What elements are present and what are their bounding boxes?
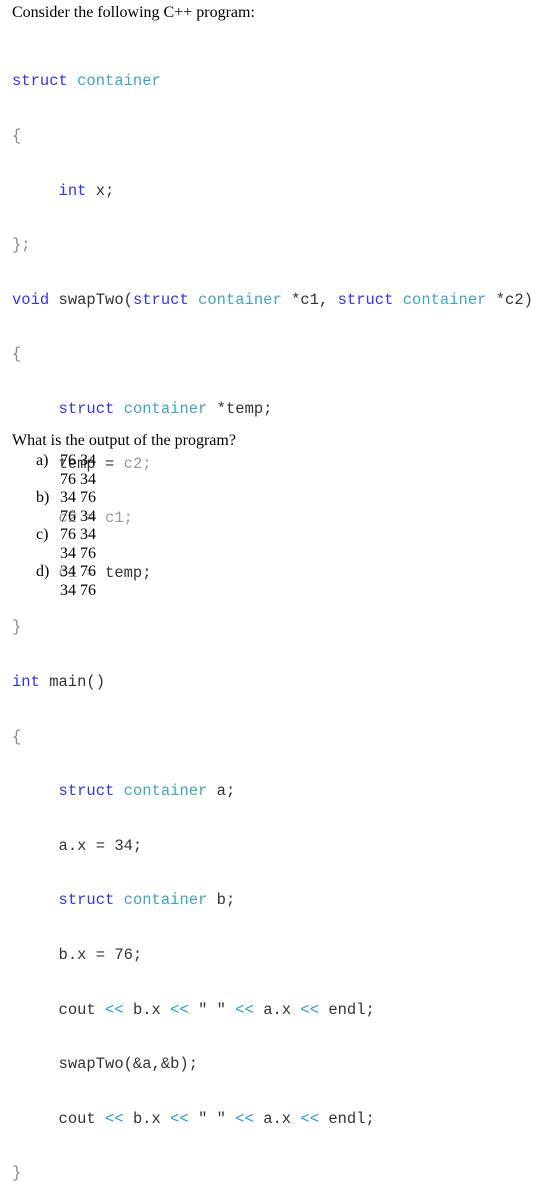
code-line: struct container *temp; [12,400,533,418]
answer-option-a: a) 76 34 76 34 [36,452,96,489]
intro-text: Consider the following C++ program: [12,4,255,21]
keyword: struct [337,290,394,309]
code-text: swapTwo(&a,&b); [58,1055,199,1074]
code-text: *temp; [207,399,273,418]
operator: << [170,1000,189,1019]
code-line: { [12,727,22,746]
code-text: a.x [253,1000,301,1019]
question-text: What is the output of the program? [12,432,236,449]
code-line: struct container [12,72,533,90]
keyword: struct [132,290,189,309]
code-text: a.x [253,1109,301,1128]
type-name: container [123,399,208,418]
option-line: 76 34 [60,452,96,469]
option-line: 76 34 [60,507,96,525]
option-line: 34 76 [60,581,96,599]
keyword: struct [58,782,115,801]
operator: << [235,1109,254,1128]
operator: << [235,1000,254,1019]
answer-options: a) 76 34 76 34 b) 34 76 76 34 c) 76 34 34 7… [36,452,96,600]
code-text: cout [58,1000,106,1019]
keyword: struct [58,399,115,418]
keyword: int [12,672,40,691]
code-line: struct container b; [12,891,533,909]
type-name: container [123,891,208,910]
code-text: c2; [123,454,152,473]
keyword: struct [12,72,68,91]
code-text: endl; [319,1109,375,1128]
code-text: cout [58,1109,106,1128]
type-name: container [198,290,282,309]
string-literal: " " [188,1109,236,1128]
type-name: container [123,782,208,801]
code-line: }; [12,236,31,255]
code-text: b; [207,891,236,910]
code-line: } [12,618,22,637]
option-line: 34 76 [60,544,96,562]
code-text: a; [207,782,236,801]
operator: << [105,1109,124,1128]
option-line: 34 76 [60,563,96,580]
code-text: swapTwo( [49,290,133,309]
code-line: cout << b.x << " " << a.x << endl; [12,1001,533,1019]
type-name: container [77,72,161,91]
code-line: { [12,127,22,145]
option-line: 76 34 [60,526,96,543]
keyword: int [58,181,87,200]
option-line: 76 34 [60,470,96,488]
code-block: struct container { int x; }; void swapTw… [12,36,533,1200]
code-line: struct container a; [12,782,533,800]
code-line: { [12,345,22,364]
code-text: b.x [123,1000,171,1019]
code-text: *c2) [486,290,533,309]
option-letter: d) [36,563,50,580]
code-line: int main() [12,673,533,691]
code-text: *c1, [281,290,338,309]
code-line: a.x = 34; [12,837,533,855]
option-letter: c) [36,526,49,543]
option-line: 34 76 [60,489,96,506]
code-line: void swapTwo(struct container *c1, struc… [12,291,533,309]
answer-option-b: b) 34 76 76 34 [36,489,96,526]
code-text: a.x = 34; [58,836,143,855]
code-text: b.x = 76; [58,945,143,964]
option-letter: a) [36,452,49,469]
code-text: temp; [105,563,152,582]
code-text: main() [39,672,106,691]
keyword: struct [58,891,115,910]
code-line: swapTwo(&a,&b); [12,1055,533,1073]
code-line: int x; [12,182,533,200]
option-letter: b) [36,489,50,506]
operator: << [300,1000,320,1019]
code-text: b.x [123,1109,171,1128]
operator: << [300,1109,320,1128]
operator: << [170,1109,189,1128]
operator: << [105,1000,124,1019]
type-name: container [402,290,487,309]
string-literal: " " [188,1000,236,1019]
code-line: } [12,1164,22,1183]
code-text: x; [86,181,115,200]
answer-option-c: c) 76 34 34 76 [36,526,96,563]
keyword: void [12,290,50,309]
code-line: cout << b.x << " " << a.x << endl; [12,1110,533,1128]
answer-option-d: d) 34 76 34 76 [36,563,96,600]
code-line: b.x = 76; [12,946,533,964]
code-text: endl; [319,1000,375,1019]
